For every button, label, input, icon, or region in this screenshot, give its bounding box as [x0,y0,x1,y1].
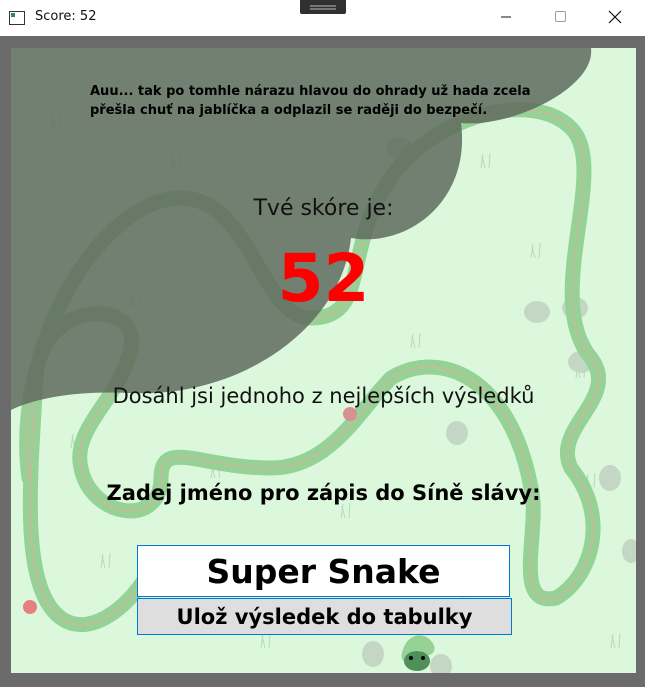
maximize-icon [555,11,566,22]
game-area: Auu... tak po tomhle nárazu hlavou do oh… [11,48,636,673]
close-button[interactable] [591,0,637,36]
score-label: Tvé skóre je: [253,196,394,221]
app-window-icon [9,11,25,25]
minimize-icon [501,16,511,18]
player-name-input[interactable] [137,545,510,597]
title-bar[interactable]: Score: 52 [0,0,645,36]
save-score-button[interactable]: Ulož výsledek do tabulky [137,598,512,635]
grip-lines-icon [310,5,336,10]
game-window: Score: 52 Auu... tak po tomhle nárazu hl… [0,0,645,687]
close-icon [608,10,622,24]
minimize-button[interactable] [483,0,529,36]
snake-head [404,651,430,671]
maximize-button[interactable] [537,0,583,36]
window-title: Score: 52 [35,9,97,24]
high-score-message: Dosáhl jsi jednoho z nejlepších výsledků [112,384,535,408]
name-prompt: Zadej jméno pro zápis do Síně slávy: [106,481,541,505]
crash-message: Auu... tak po tomhle nárazu hlavou do oh… [90,84,531,118]
score-value: 52 [277,240,370,317]
snap-grip[interactable] [300,0,346,14]
